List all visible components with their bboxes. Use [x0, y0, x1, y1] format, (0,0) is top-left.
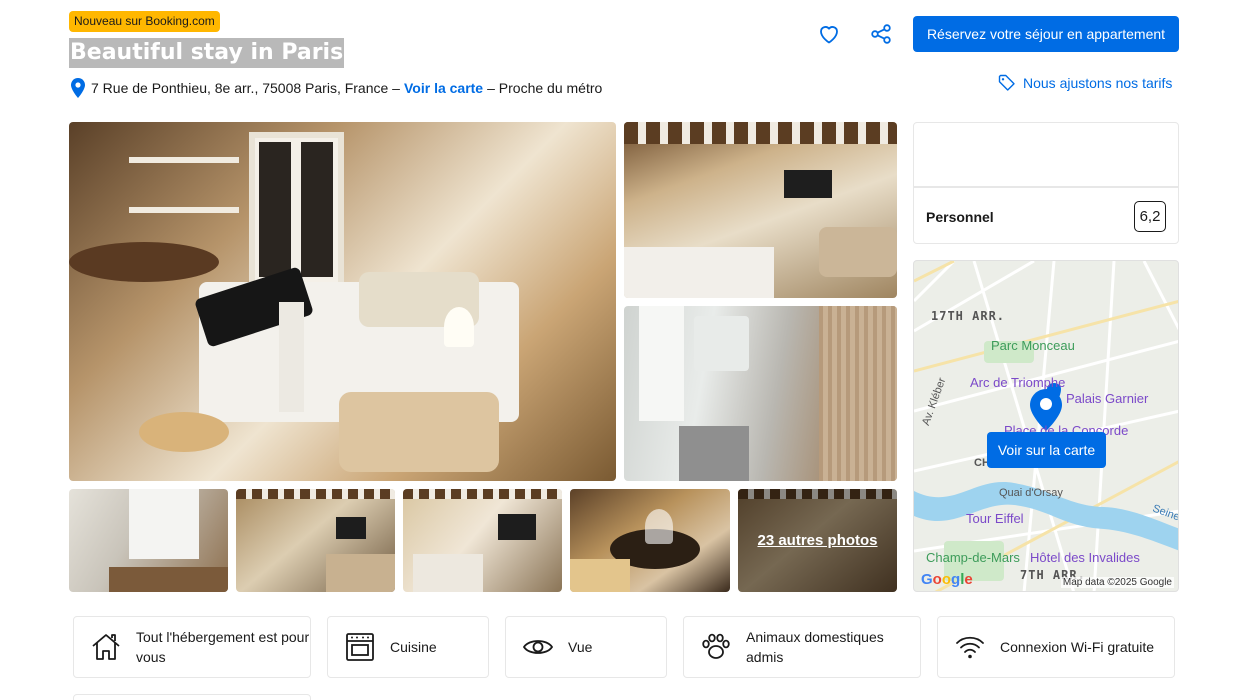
reserve-button[interactable]: Réservez votre séjour en appartement	[913, 16, 1179, 52]
facility-next-row	[73, 694, 311, 700]
wifi-icon	[956, 636, 984, 659]
facility-wifi: Connexion Wi-Fi gratuite	[937, 616, 1175, 678]
review-category-box: Personnel 6,2	[913, 122, 1179, 244]
map-label-champ-de-mars: Champ-de-Mars	[926, 550, 1020, 565]
location-map[interactable]: 17TH ARR. Parc Monceau Arc de Triomphe P…	[913, 260, 1179, 592]
map-label-palais-garnier: Palais Garnier	[1066, 391, 1149, 406]
bedroom-thumbnail[interactable]	[236, 489, 395, 592]
facility-kitchen: Cuisine	[327, 616, 489, 678]
map-label-invalides: Hôtel des Invalides	[1030, 550, 1140, 565]
bathroom-photo[interactable]	[624, 306, 897, 481]
show-map-link[interactable]: Voir la carte	[404, 80, 483, 96]
more-photos-link[interactable]: 23 autres photos	[757, 532, 877, 549]
eye-icon	[522, 640, 554, 654]
price-match-label: Nous ajustons nos tarifs	[1023, 75, 1173, 91]
more-photos-thumbnail[interactable]: 23 autres photos	[738, 489, 897, 592]
map-copyright: Map data ©2025 Google	[1060, 577, 1174, 588]
proximity-text: – Proche du métro	[487, 80, 603, 96]
map-label-arc-de-triomphe: Arc de Triomphe	[970, 375, 1066, 390]
review-category-score: 6,2	[1134, 201, 1166, 232]
house-icon	[92, 634, 120, 660]
price-match-link[interactable]: Nous ajustons nos tarifs	[998, 72, 1172, 94]
map-label-tour-eiffel: Tour Eiffel	[966, 511, 1024, 526]
heart-icon[interactable]	[817, 22, 841, 46]
table-thumbnail[interactable]	[570, 489, 730, 592]
address-text: 7 Rue de Ponthieu, 8e arr., 75008 Paris,…	[91, 80, 400, 96]
share-icon[interactable]	[869, 22, 893, 46]
page-title: Beautiful stay in Paris	[69, 38, 345, 68]
paw-icon	[702, 633, 730, 659]
facility-label: Animaux domestiques admis	[746, 629, 884, 665]
review-category-label: Personnel	[926, 209, 994, 225]
facility-label: Cuisine	[390, 639, 437, 655]
living-room-photo[interactable]	[624, 122, 897, 298]
map-label-17th: 17TH ARR.	[931, 309, 1006, 323]
facility-view: Vue	[505, 616, 667, 678]
new-on-booking-badge: Nouveau sur Booking.com	[69, 11, 220, 32]
map-label-parc-monceau: Parc Monceau	[991, 338, 1075, 353]
facility-entire-place: Tout l'hébergement est pour vous	[73, 616, 311, 678]
facility-pets: Animaux domestiques admis	[683, 616, 921, 678]
google-logo: Google	[921, 571, 973, 588]
oven-icon	[346, 633, 374, 661]
facility-label: Connexion Wi-Fi gratuite	[1000, 639, 1155, 655]
tag-icon	[998, 74, 1015, 91]
facility-label: Tout l'hébergement est pour vous	[136, 629, 310, 665]
main-photo[interactable]	[69, 122, 616, 481]
facility-label: Vue	[568, 639, 593, 655]
show-on-map-button[interactable]: Voir sur la carte	[987, 432, 1106, 468]
address-row: 7 Rue de Ponthieu, 8e arr., 75008 Paris,…	[71, 77, 602, 99]
map-label-quai-dorsay: Quai d'Orsay	[999, 487, 1063, 499]
lounge-thumbnail[interactable]	[403, 489, 562, 592]
location-pin-icon	[71, 78, 85, 98]
kitchen-thumbnail[interactable]	[69, 489, 228, 592]
